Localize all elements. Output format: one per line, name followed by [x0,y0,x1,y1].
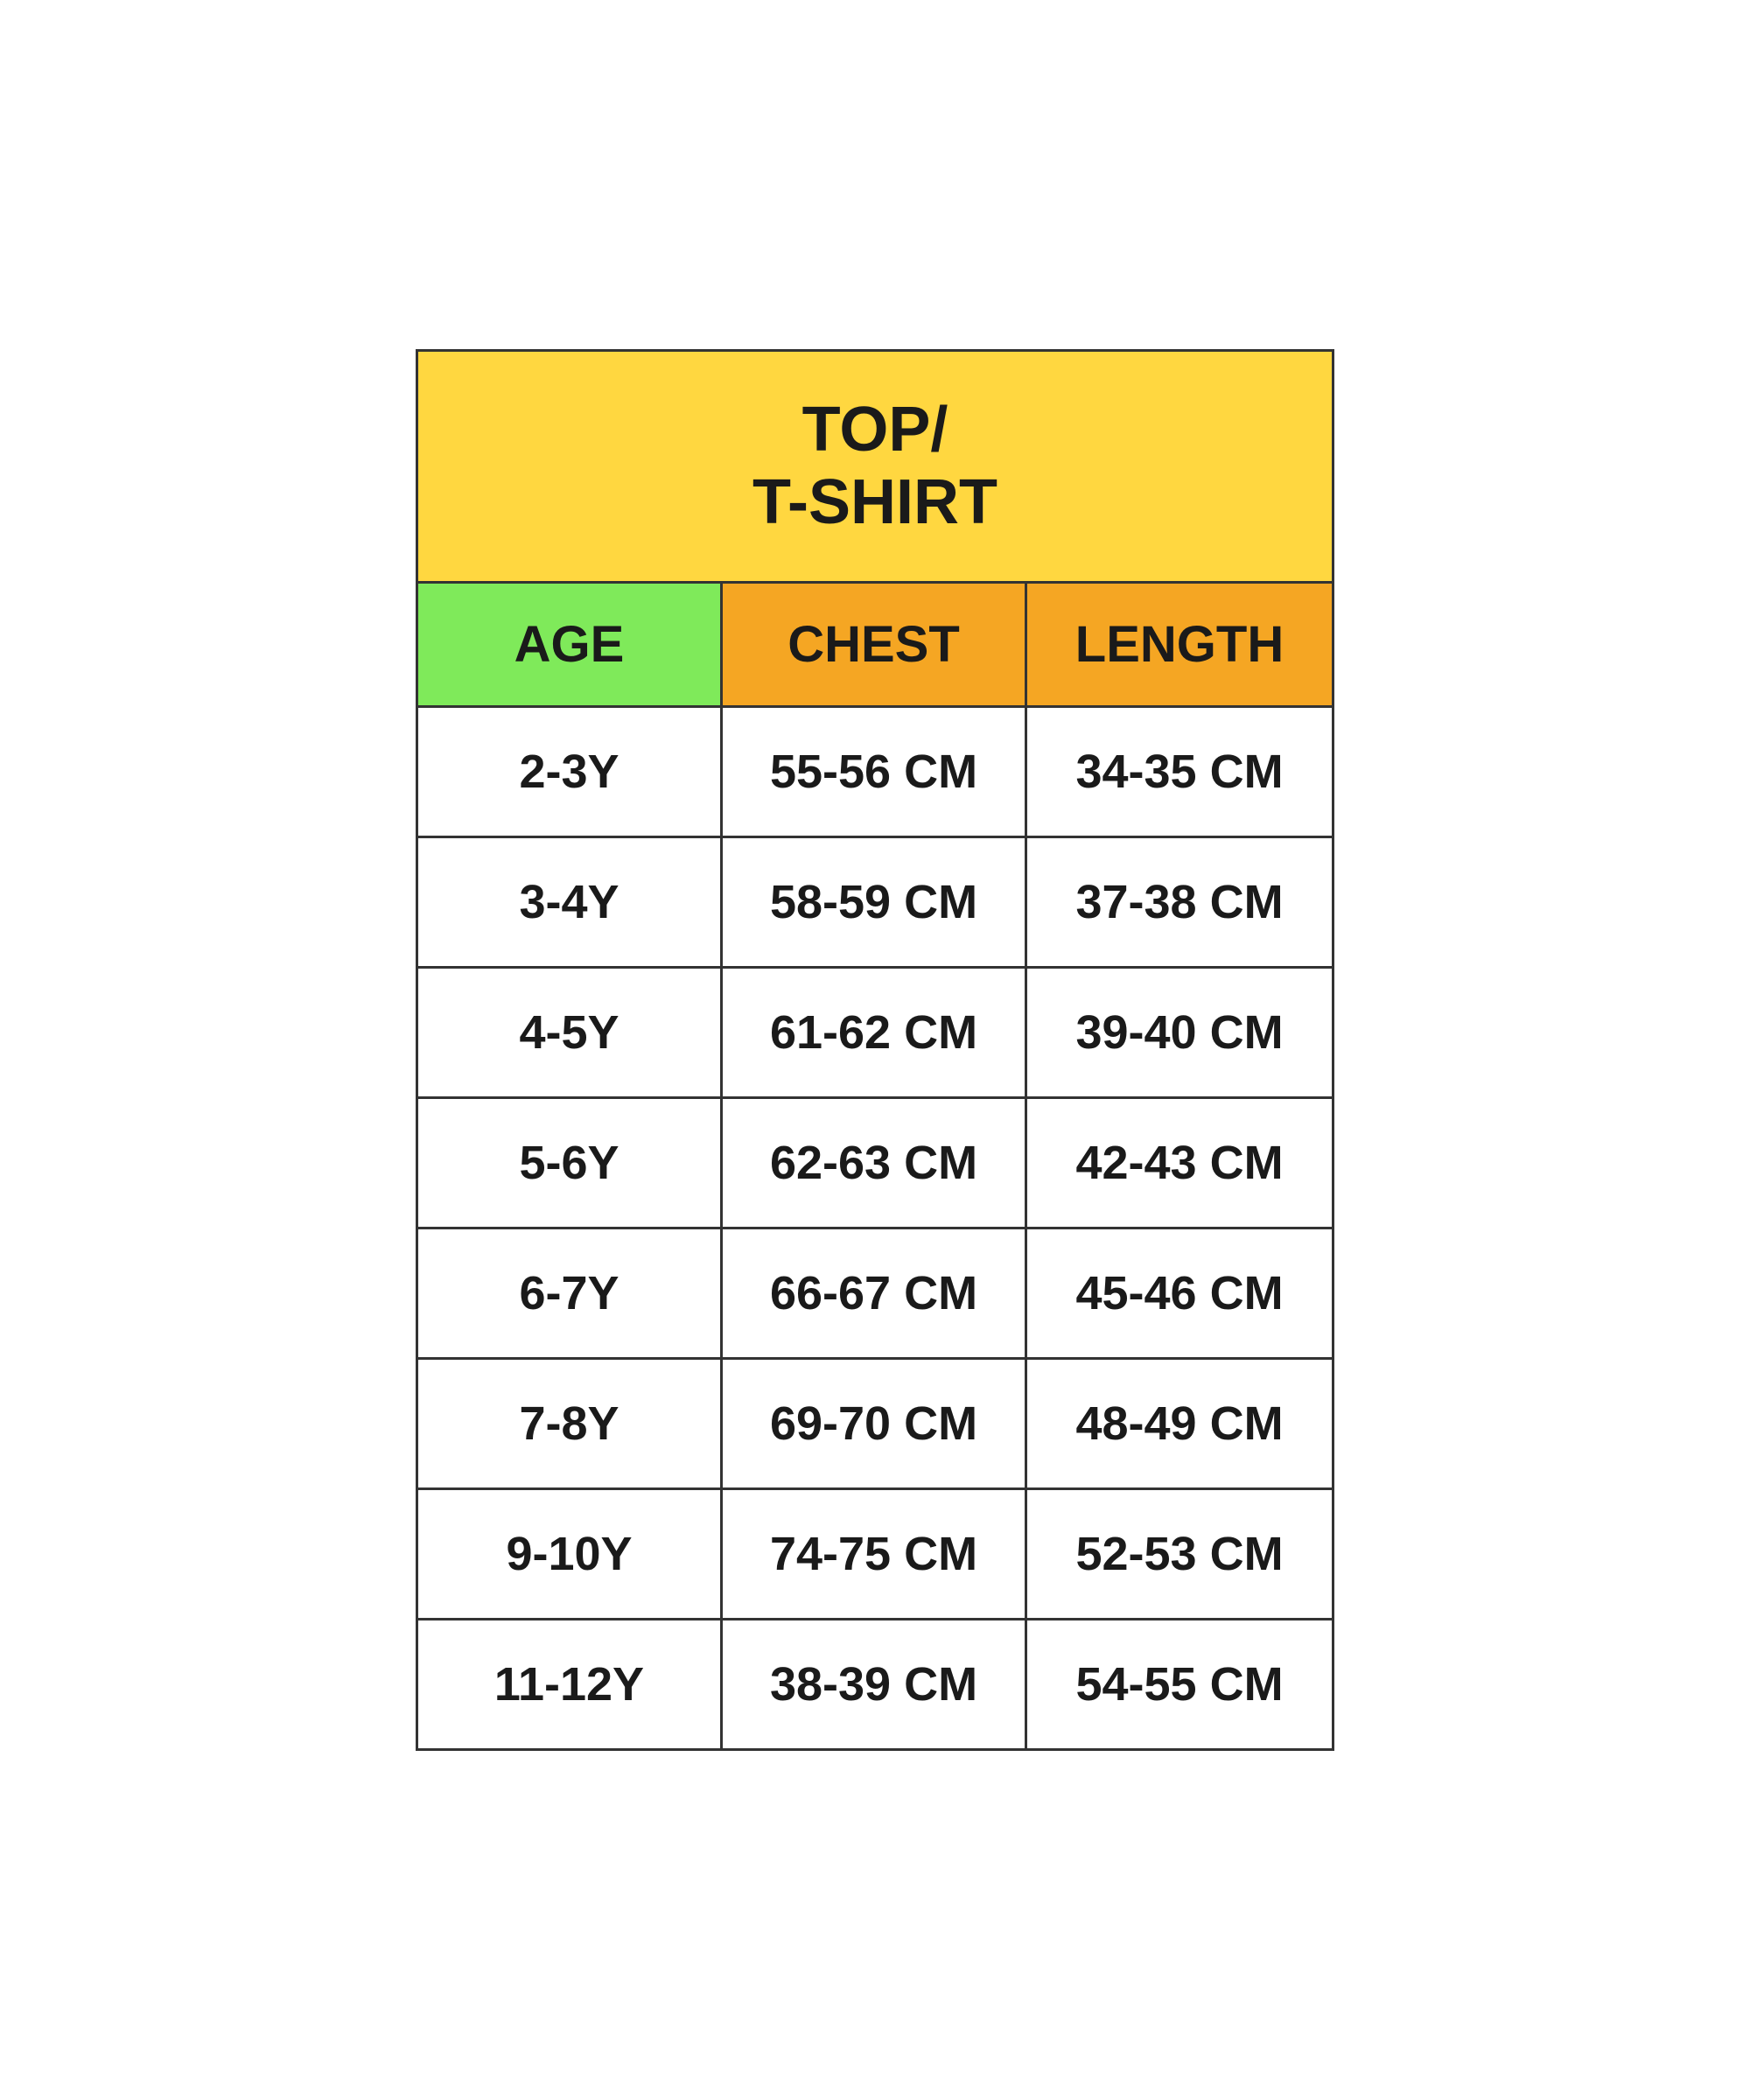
header-age: AGE [418,584,723,705]
cell-length: 45-46 CM [1027,1229,1332,1357]
table-header: AGE CHEST LENGTH [418,584,1332,708]
table-row: 3-4Y58-59 CM37-38 CM [418,838,1332,969]
cell-age: 5-6Y [418,1099,723,1227]
table-title: TOP/ T-SHIRT [418,352,1332,584]
table-body: 2-3Y55-56 CM34-35 CM3-4Y58-59 CM37-38 CM… [418,708,1332,1748]
cell-chest: 66-67 CM [723,1229,1027,1357]
cell-age: 11-12Y [418,1620,723,1748]
cell-age: 4-5Y [418,969,723,1096]
table-row: 11-12Y38-39 CM54-55 CM [418,1620,1332,1748]
cell-length: 48-49 CM [1027,1360,1332,1488]
size-chart-table: TOP/ T-SHIRT AGE CHEST LENGTH 2-3Y55-56 … [416,349,1334,1751]
cell-length: 34-35 CM [1027,708,1332,836]
cell-length: 54-55 CM [1027,1620,1332,1748]
cell-chest: 74-75 CM [723,1490,1027,1618]
cell-chest: 58-59 CM [723,838,1027,966]
cell-chest: 38-39 CM [723,1620,1027,1748]
table-row: 2-3Y55-56 CM34-35 CM [418,708,1332,838]
cell-age: 7-8Y [418,1360,723,1488]
cell-length: 37-38 CM [1027,838,1332,966]
cell-chest: 55-56 CM [723,708,1027,836]
title-text: TOP/ T-SHIRT [436,394,1314,539]
table-row: 7-8Y69-70 CM48-49 CM [418,1360,1332,1490]
header-chest: CHEST [723,584,1027,705]
cell-age: 3-4Y [418,838,723,966]
title-line1: TOP/ [802,395,948,465]
cell-chest: 69-70 CM [723,1360,1027,1488]
cell-age: 2-3Y [418,708,723,836]
header-length: LENGTH [1027,584,1332,705]
cell-age: 6-7Y [418,1229,723,1357]
cell-length: 39-40 CM [1027,969,1332,1096]
cell-length: 42-43 CM [1027,1099,1332,1227]
table-row: 4-5Y61-62 CM39-40 CM [418,969,1332,1099]
cell-age: 9-10Y [418,1490,723,1618]
table-row: 6-7Y66-67 CM45-46 CM [418,1229,1332,1360]
cell-chest: 62-63 CM [723,1099,1027,1227]
title-line2: T-SHIRT [752,467,998,537]
table-row: 9-10Y74-75 CM52-53 CM [418,1490,1332,1620]
table-row: 5-6Y62-63 CM42-43 CM [418,1099,1332,1229]
cell-chest: 61-62 CM [723,969,1027,1096]
cell-length: 52-53 CM [1027,1490,1332,1618]
